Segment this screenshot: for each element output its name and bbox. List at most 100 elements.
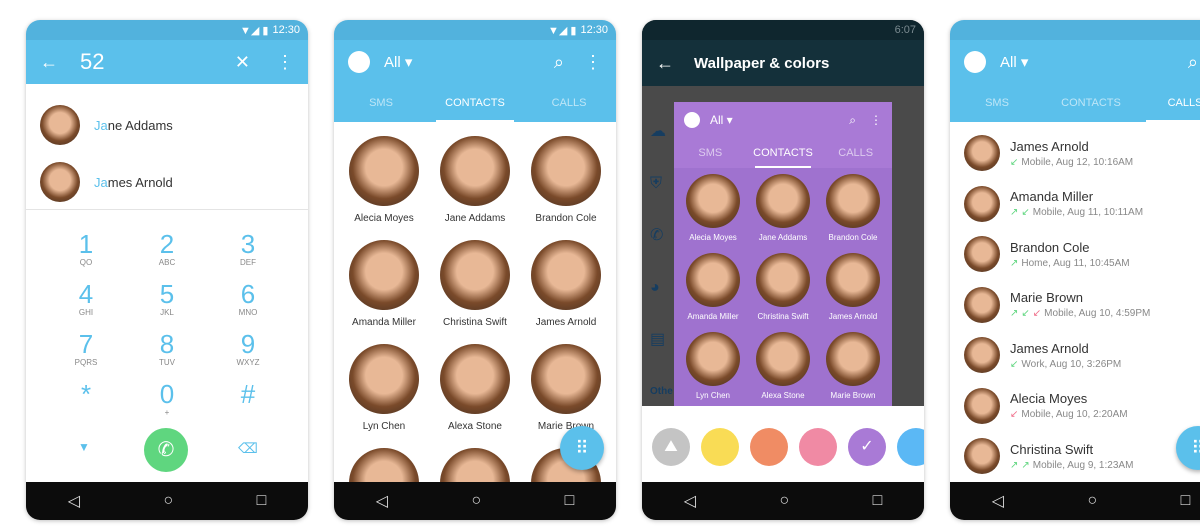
shield-icon: ⛨ bbox=[650, 175, 663, 192]
dial-key[interactable]: * bbox=[46, 380, 126, 408]
more-icon[interactable]: ⋮ bbox=[584, 52, 602, 73]
back-nav-icon[interactable]: ◁ bbox=[376, 491, 388, 511]
collapse-icon[interactable]: ▼ bbox=[78, 440, 90, 454]
call-log-item[interactable]: Amanda Miller ↗ ↙ Mobile, Aug 11, 10:11AM bbox=[964, 179, 1200, 229]
avatar bbox=[964, 438, 1000, 474]
back-nav-icon[interactable]: ◁ bbox=[684, 491, 696, 511]
tab-calls[interactable]: CALLS bbox=[1138, 84, 1200, 122]
color-swatch[interactable] bbox=[701, 428, 739, 466]
tab-contacts[interactable]: CONTACTS bbox=[428, 84, 522, 122]
recents-nav-icon[interactable]: □ bbox=[873, 492, 883, 510]
dial-key[interactable]: 4 GHI bbox=[46, 280, 126, 317]
tab-calls[interactable]: CALLS bbox=[819, 138, 892, 168]
avatar bbox=[40, 105, 80, 145]
contact-tile[interactable]: Alexa Stone bbox=[430, 344, 520, 432]
tab-contacts[interactable]: CONTACTS bbox=[1044, 84, 1138, 122]
contact-tile[interactable]: Jane Addams bbox=[430, 136, 520, 224]
avatar bbox=[349, 344, 419, 414]
tab-sms[interactable]: SMS bbox=[674, 138, 747, 168]
tab-sms[interactable]: SMS bbox=[950, 84, 1044, 122]
dial-key[interactable]: 3 DEF bbox=[208, 230, 288, 267]
status-bar: ▼◢ ▮ 12:30 bbox=[26, 20, 308, 40]
call-in-icon: ↙ bbox=[1010, 358, 1019, 370]
match-highlight: Ja bbox=[94, 117, 108, 133]
call-in-icon: ↙ bbox=[1010, 156, 1019, 168]
call-out-icon: ↗ bbox=[1010, 207, 1019, 218]
match-item[interactable]: James Arnold bbox=[40, 157, 308, 207]
search-icon[interactable]: ⌕ bbox=[554, 52, 564, 73]
avatar bbox=[531, 136, 601, 206]
dial-key[interactable]: 9 WXYZ bbox=[208, 330, 288, 367]
color-swatch[interactable] bbox=[799, 428, 837, 466]
call-missed-icon: ↙ bbox=[1032, 308, 1042, 319]
home-nav-icon[interactable]: ○ bbox=[471, 492, 481, 510]
wallpaper-image-swatch[interactable]: ⛰ bbox=[652, 428, 690, 466]
recents-nav-icon[interactable]: □ bbox=[257, 492, 267, 510]
call-log-item[interactable]: Alecia Moyes ↙ Mobile, Aug 10, 2:20AM bbox=[964, 381, 1200, 431]
back-icon[interactable]: ← bbox=[40, 52, 58, 73]
back-icon[interactable]: ← bbox=[656, 53, 674, 74]
search-icon[interactable]: ⌕ bbox=[1188, 52, 1198, 73]
nav-bar: ◁ ○ □ bbox=[334, 482, 616, 520]
backspace-icon[interactable]: ⌫ bbox=[238, 440, 258, 457]
call-log-item[interactable]: Christina Swift ↗ ↗ Mobile, Aug 9, 1:23AM bbox=[964, 431, 1200, 481]
call-log-item[interactable]: Brandon Cole ↗ Home, Aug 11, 10:45AM bbox=[964, 229, 1200, 279]
contact-tile[interactable]: Lyn Chen bbox=[339, 344, 429, 432]
color-swatch[interactable]: ✓ bbox=[848, 428, 886, 466]
dial-key[interactable]: 5 JKL bbox=[127, 280, 207, 317]
filter-dropdown: All ▾ bbox=[710, 113, 733, 127]
dial-key[interactable]: 6 MNO bbox=[208, 280, 288, 317]
clear-icon[interactable]: ✕ bbox=[235, 52, 250, 73]
call-detail: Work, Aug 10, 3:26PM bbox=[1021, 358, 1122, 370]
back-nav-icon[interactable]: ◁ bbox=[68, 491, 80, 511]
call-button[interactable]: ✆ bbox=[144, 428, 188, 472]
color-swatch[interactable] bbox=[750, 428, 788, 466]
call-log-item[interactable]: James Arnold ↙ Work, Aug 10, 3:26PM bbox=[964, 330, 1200, 380]
status-bar: ▼◢ ▮ 12:30 bbox=[334, 20, 616, 40]
home-nav-icon[interactable]: ○ bbox=[1087, 492, 1097, 510]
home-nav-icon[interactable]: ○ bbox=[779, 492, 789, 510]
call-log-item[interactable]: Marie Brown ↗ ↙ ↙ Mobile, Aug 10, 4:59PM bbox=[964, 280, 1200, 330]
phone-contacts: ▼◢ ▮ 12:30 All ▾ ⌕ ⋮ SMS CONTACTS CALLS Ale… bbox=[334, 20, 616, 520]
match-item[interactable]: Jane Addams bbox=[40, 100, 308, 150]
call-log-item[interactable]: James Arnold ↙ Mobile, Aug 12, 10:16AM bbox=[964, 128, 1200, 178]
dial-key[interactable]: 1 QO bbox=[46, 230, 126, 267]
avatar bbox=[349, 240, 419, 310]
more-icon[interactable]: ⋮ bbox=[276, 52, 294, 73]
tab-bar: SMS CONTACTS CALLS bbox=[674, 138, 892, 168]
tab-contacts[interactable]: CONTACTS bbox=[747, 138, 820, 168]
contact-tile[interactable]: Alecia Moyes bbox=[339, 136, 429, 224]
contact-tile[interactable]: Marie Brown bbox=[521, 344, 611, 432]
settings-icons: ☁ ⛨ ✆ ◕ ▤ Othe bbox=[650, 106, 673, 418]
contact-tile[interactable]: Christina Swift bbox=[430, 240, 520, 328]
contact-tile[interactable]: Brandon Cole bbox=[521, 136, 611, 224]
contact-tile[interactable]: James Arnold bbox=[521, 240, 611, 328]
app-toolbar: All ▾ ⌕ ⋮ bbox=[334, 40, 616, 84]
avatar bbox=[531, 240, 601, 310]
back-nav-icon[interactable]: ◁ bbox=[992, 491, 1004, 511]
tab-sms[interactable]: SMS bbox=[334, 84, 428, 122]
dialpad-fab[interactable]: ⠿ bbox=[560, 426, 604, 470]
filter-dropdown[interactable]: All ▾ bbox=[384, 53, 554, 71]
message-icon: ▤ bbox=[650, 331, 666, 348]
phone-wallpaper: 6:07 ← Wallpaper & colors ☁ ⛨ ✆ ◕ ▤ Othe All… bbox=[642, 20, 924, 520]
dial-key[interactable]: 7 PQRS bbox=[46, 330, 126, 367]
avatar bbox=[964, 135, 1000, 171]
tab-calls[interactable]: CALLS bbox=[522, 84, 616, 122]
match-rest: ne Addams bbox=[107, 117, 173, 133]
dial-key[interactable]: 2 ABC bbox=[127, 230, 207, 267]
dial-key[interactable]: # bbox=[208, 380, 288, 408]
call-out-icon: ↗ bbox=[1010, 257, 1019, 269]
contact-tile[interactable]: Amanda Miller bbox=[339, 240, 429, 328]
caller-name: James Arnold bbox=[1010, 138, 1089, 154]
dial-key[interactable]: 0 + bbox=[127, 380, 207, 417]
filter-dropdown[interactable]: All ▾ bbox=[1000, 53, 1188, 71]
recents-nav-icon[interactable]: □ bbox=[1181, 492, 1191, 510]
avatar bbox=[349, 136, 419, 206]
recents-nav-icon[interactable]: □ bbox=[565, 492, 575, 510]
dial-key[interactable]: 8 TUV bbox=[127, 330, 207, 367]
dialed-number[interactable]: 52 bbox=[80, 49, 235, 75]
caller-name: Christina Swift bbox=[1010, 441, 1094, 457]
cloud-icon: ☁ bbox=[650, 123, 666, 140]
home-nav-icon[interactable]: ○ bbox=[163, 492, 173, 510]
